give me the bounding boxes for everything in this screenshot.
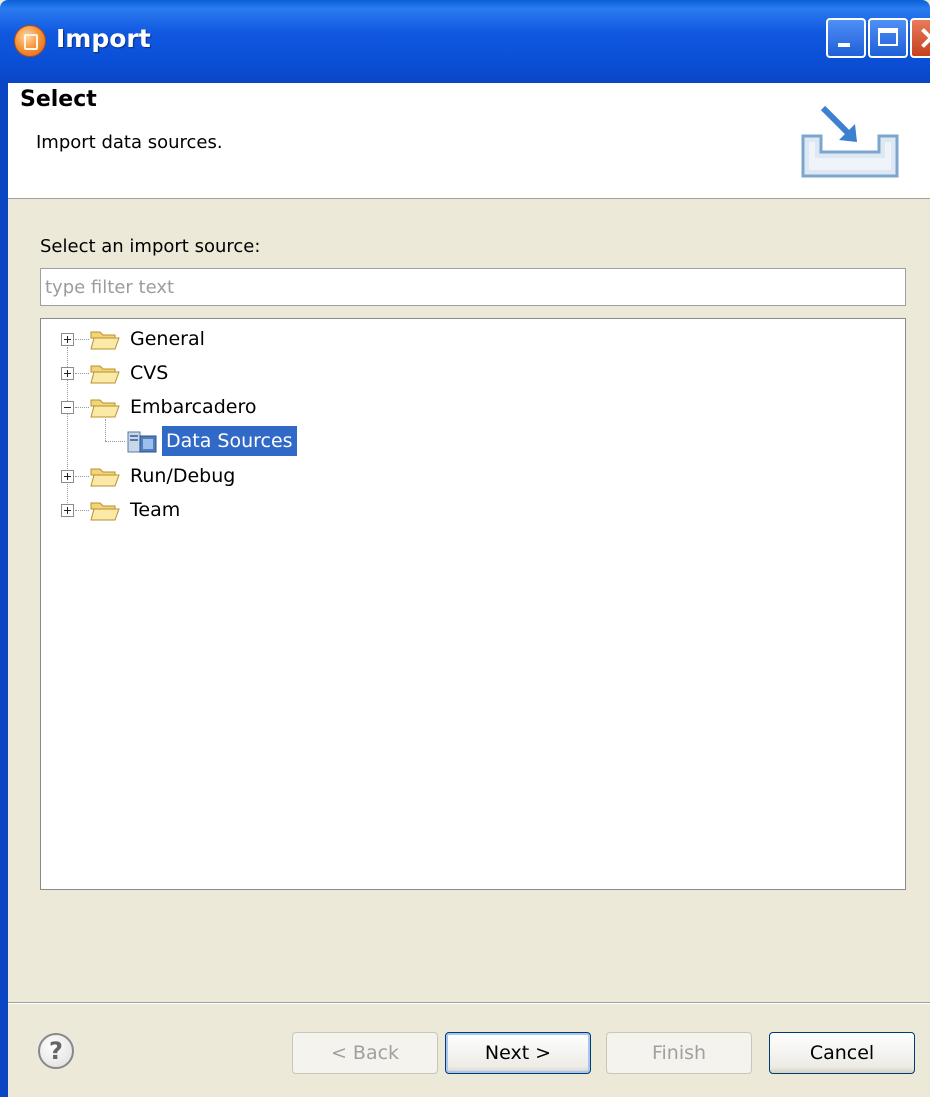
select-source-label: Select an import source: [40,236,261,257]
folder-icon [90,468,120,487]
tree-item-general[interactable]: General [130,324,205,354]
tree-item-run-debug[interactable]: Run/Debug [130,461,235,491]
expand-cvs-toggle[interactable] [61,367,74,380]
help-icon[interactable]: ? [38,1033,74,1069]
finish-button[interactable]: Finish [606,1032,752,1074]
footer-separator [8,1002,930,1004]
folder-icon [90,502,120,521]
cancel-button[interactable]: Cancel [769,1032,915,1074]
minimize-button[interactable] [826,18,866,58]
app-icon [14,25,46,57]
window-frame-left [0,83,8,1097]
wizard-header: Select Import data sources. [8,83,930,199]
page-description: Import data sources. [36,132,223,153]
filter-input[interactable] [40,268,906,306]
tree-item-data-sources[interactable]: Data Sources [162,426,297,456]
back-button[interactable]: < Back [292,1032,438,1074]
data-sources-icon [127,431,157,453]
page-title: Select [20,87,97,112]
tree-item-embarcadero[interactable]: Embarcadero [130,392,256,422]
folder-open-icon [90,399,120,418]
tree-item-cvs[interactable]: CVS [130,358,168,388]
tree-item-team[interactable]: Team [130,495,180,525]
expand-run-debug-toggle[interactable] [61,470,74,483]
import-wizard-icon [801,105,899,178]
window-title: Import [56,24,151,53]
folder-icon [90,331,120,350]
close-button[interactable] [910,18,930,58]
expand-general-toggle[interactable] [61,333,74,346]
maximize-button[interactable] [868,18,908,58]
tree-connector [105,419,106,441]
import-source-tree[interactable]: General CVS Embarcadero Data Sources Run… [40,318,906,890]
next-button[interactable]: Next > [445,1032,591,1074]
folder-icon [90,365,120,384]
title-bar[interactable]: Import [0,0,930,83]
collapse-embarcadero-toggle[interactable] [61,401,74,414]
expand-team-toggle[interactable] [61,504,74,517]
